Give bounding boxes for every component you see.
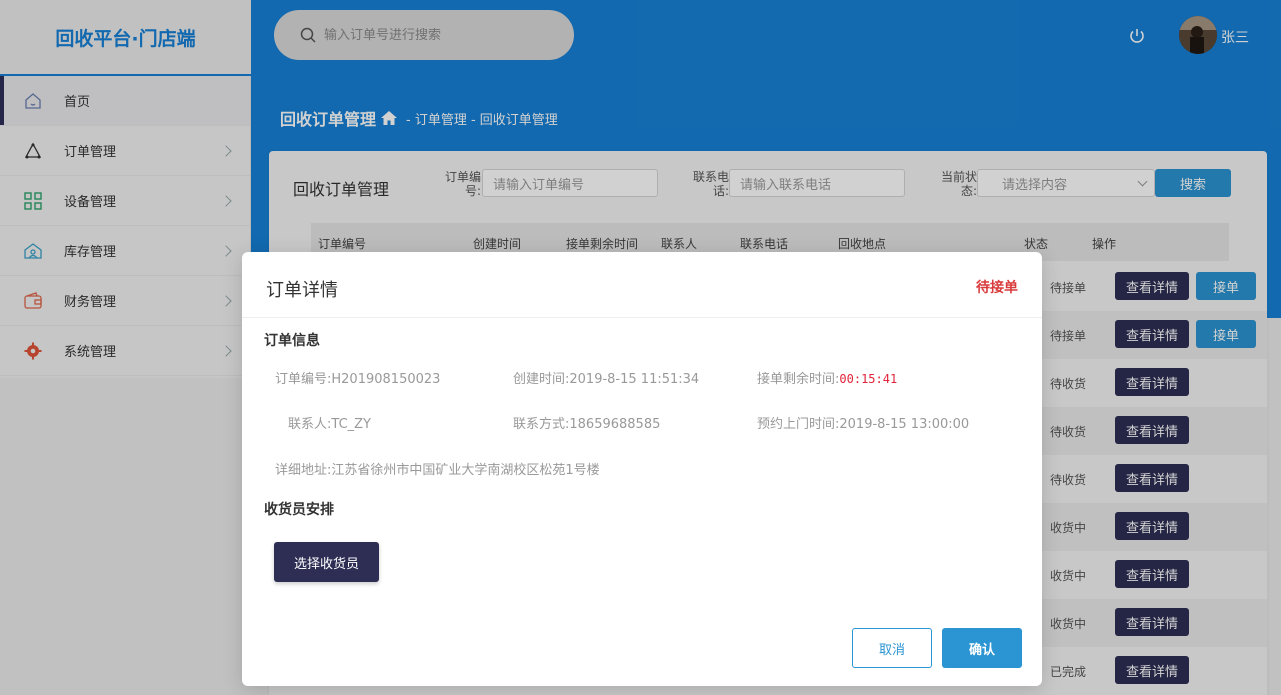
- address-field: 详细地址:江苏省徐州市中国矿业大学南湖校区松苑1号楼: [275, 459, 600, 478]
- phone-field: 联系方式:18659688585: [513, 413, 660, 432]
- address-value: 江苏省徐州市中国矿业大学南湖校区松苑1号楼: [331, 463, 600, 478]
- order-no-field: 订单编号:H201908150023: [275, 368, 440, 387]
- remaining-time-field: 接单剩余时间:00:15:41: [757, 368, 897, 387]
- section-order-info: 订单信息: [264, 333, 320, 349]
- order-state-badge: 待接单: [976, 280, 1018, 296]
- modal-title: 订单详情: [266, 280, 338, 301]
- order-no-value: H201908150023: [331, 372, 441, 387]
- contact-label: 联系人:: [288, 417, 332, 432]
- visit-time-value: 2019-8-15 13:00:00: [839, 417, 970, 432]
- visit-time-label: 预约上门时间:: [757, 417, 840, 432]
- created-time-value: 2019-8-15 11:51:34: [569, 372, 700, 387]
- order-detail-modal: 订单详情 待接单 订单信息 订单编号:H201908150023 创建时间:20…: [242, 252, 1042, 686]
- contact-field: 联系人:TC_ZY: [288, 413, 371, 432]
- section-collector: 收货员安排: [264, 502, 334, 518]
- created-time-field: 创建时间:2019-8-15 11:51:34: [513, 368, 699, 387]
- contact-value: TC_ZY: [331, 417, 371, 432]
- order-no-field-label: 订单编号:: [275, 372, 332, 387]
- phone-value: 18659688585: [569, 417, 661, 432]
- visit-time-field: 预约上门时间:2019-8-15 13:00:00: [757, 413, 969, 432]
- address-label: 详细地址:: [275, 463, 332, 478]
- modal-header: 订单详情 待接单: [242, 252, 1042, 318]
- remaining-time-value: 00:15:41: [839, 372, 898, 386]
- created-time-label: 创建时间:: [513, 372, 570, 387]
- confirm-button[interactable]: 确认: [942, 628, 1022, 668]
- phone-field-label: 联系方式:: [513, 417, 570, 432]
- remaining-time-label: 接单剩余时间:: [757, 372, 840, 387]
- cancel-button[interactable]: 取消: [852, 628, 932, 668]
- select-collector-button[interactable]: 选择收货员: [274, 542, 379, 582]
